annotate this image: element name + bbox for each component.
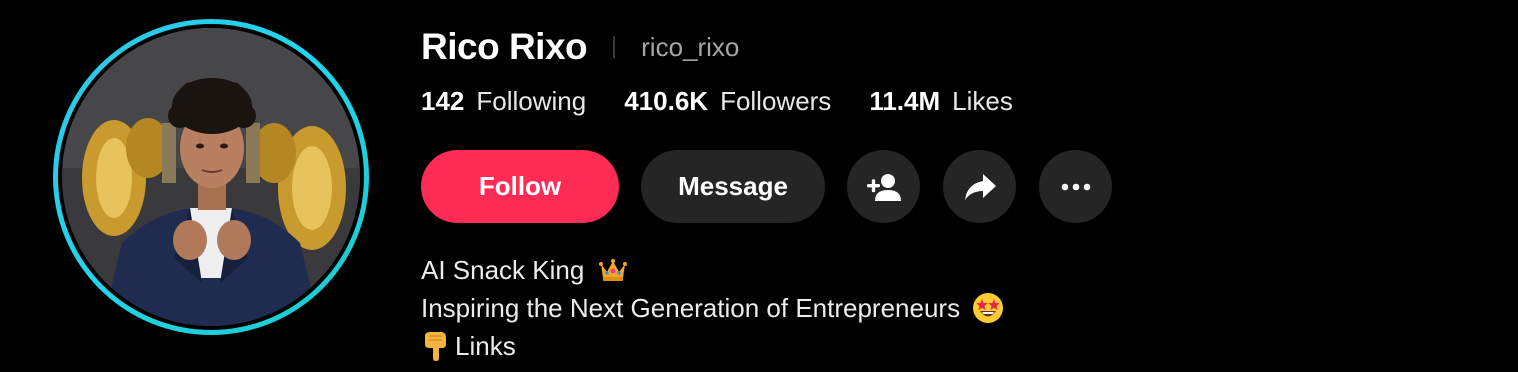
name-divider [613,36,616,58]
display-name: Rico Rixo [421,26,588,67]
star-struck-icon [972,292,1004,324]
bio-text-3[interactable]: Links [455,327,516,365]
share-arrow-icon [964,173,996,200]
person-add-icon [866,173,901,201]
name-row: Rico Rixo rico_rixo [421,24,739,70]
likes-label: Likes [952,86,1013,116]
stat-followers[interactable]: 410.6K Followers [624,86,831,117]
follow-button[interactable]: Follow [421,150,619,223]
bio-line-2: Inspiring the Next Generation of Entrepr… [421,289,1004,327]
profile-stats: 142 Following 410.6K Followers 11.4M Lik… [421,86,1051,117]
crown-icon [598,258,628,282]
following-count: 142 [421,86,465,116]
bio-text-1: AI Snack King [421,255,585,285]
more-dots-icon [1061,183,1090,190]
followers-count: 410.6K [624,86,709,116]
avatar[interactable] [62,28,360,326]
profile-header: Rico Rixo rico_rixo 142 Following 410.6K… [0,0,1518,372]
following-label: Following [476,86,587,116]
more-button[interactable] [1039,150,1112,223]
avatar-photo-icon [62,28,360,326]
followers-label: Followers [720,86,832,116]
pointing-down-icon [421,330,451,362]
share-button[interactable] [943,150,1016,223]
bio: AI Snack King Inspiring the Next Generat… [421,251,1004,365]
avatar-ring [53,19,369,335]
username: rico_rixo [641,31,740,62]
bio-line-3: Links [421,327,1004,365]
add-friend-button[interactable] [847,150,920,223]
bio-line-1: AI Snack King [421,251,1004,289]
stat-following[interactable]: 142 Following [421,86,586,117]
bio-text-2: Inspiring the Next Generation of Entrepr… [421,293,961,323]
stat-likes: 11.4M Likes [869,86,1013,117]
likes-count: 11.4M [869,86,941,116]
message-button[interactable]: Message [641,150,825,223]
avatar-frame [58,24,364,330]
action-buttons: Follow Message [421,150,1135,223]
